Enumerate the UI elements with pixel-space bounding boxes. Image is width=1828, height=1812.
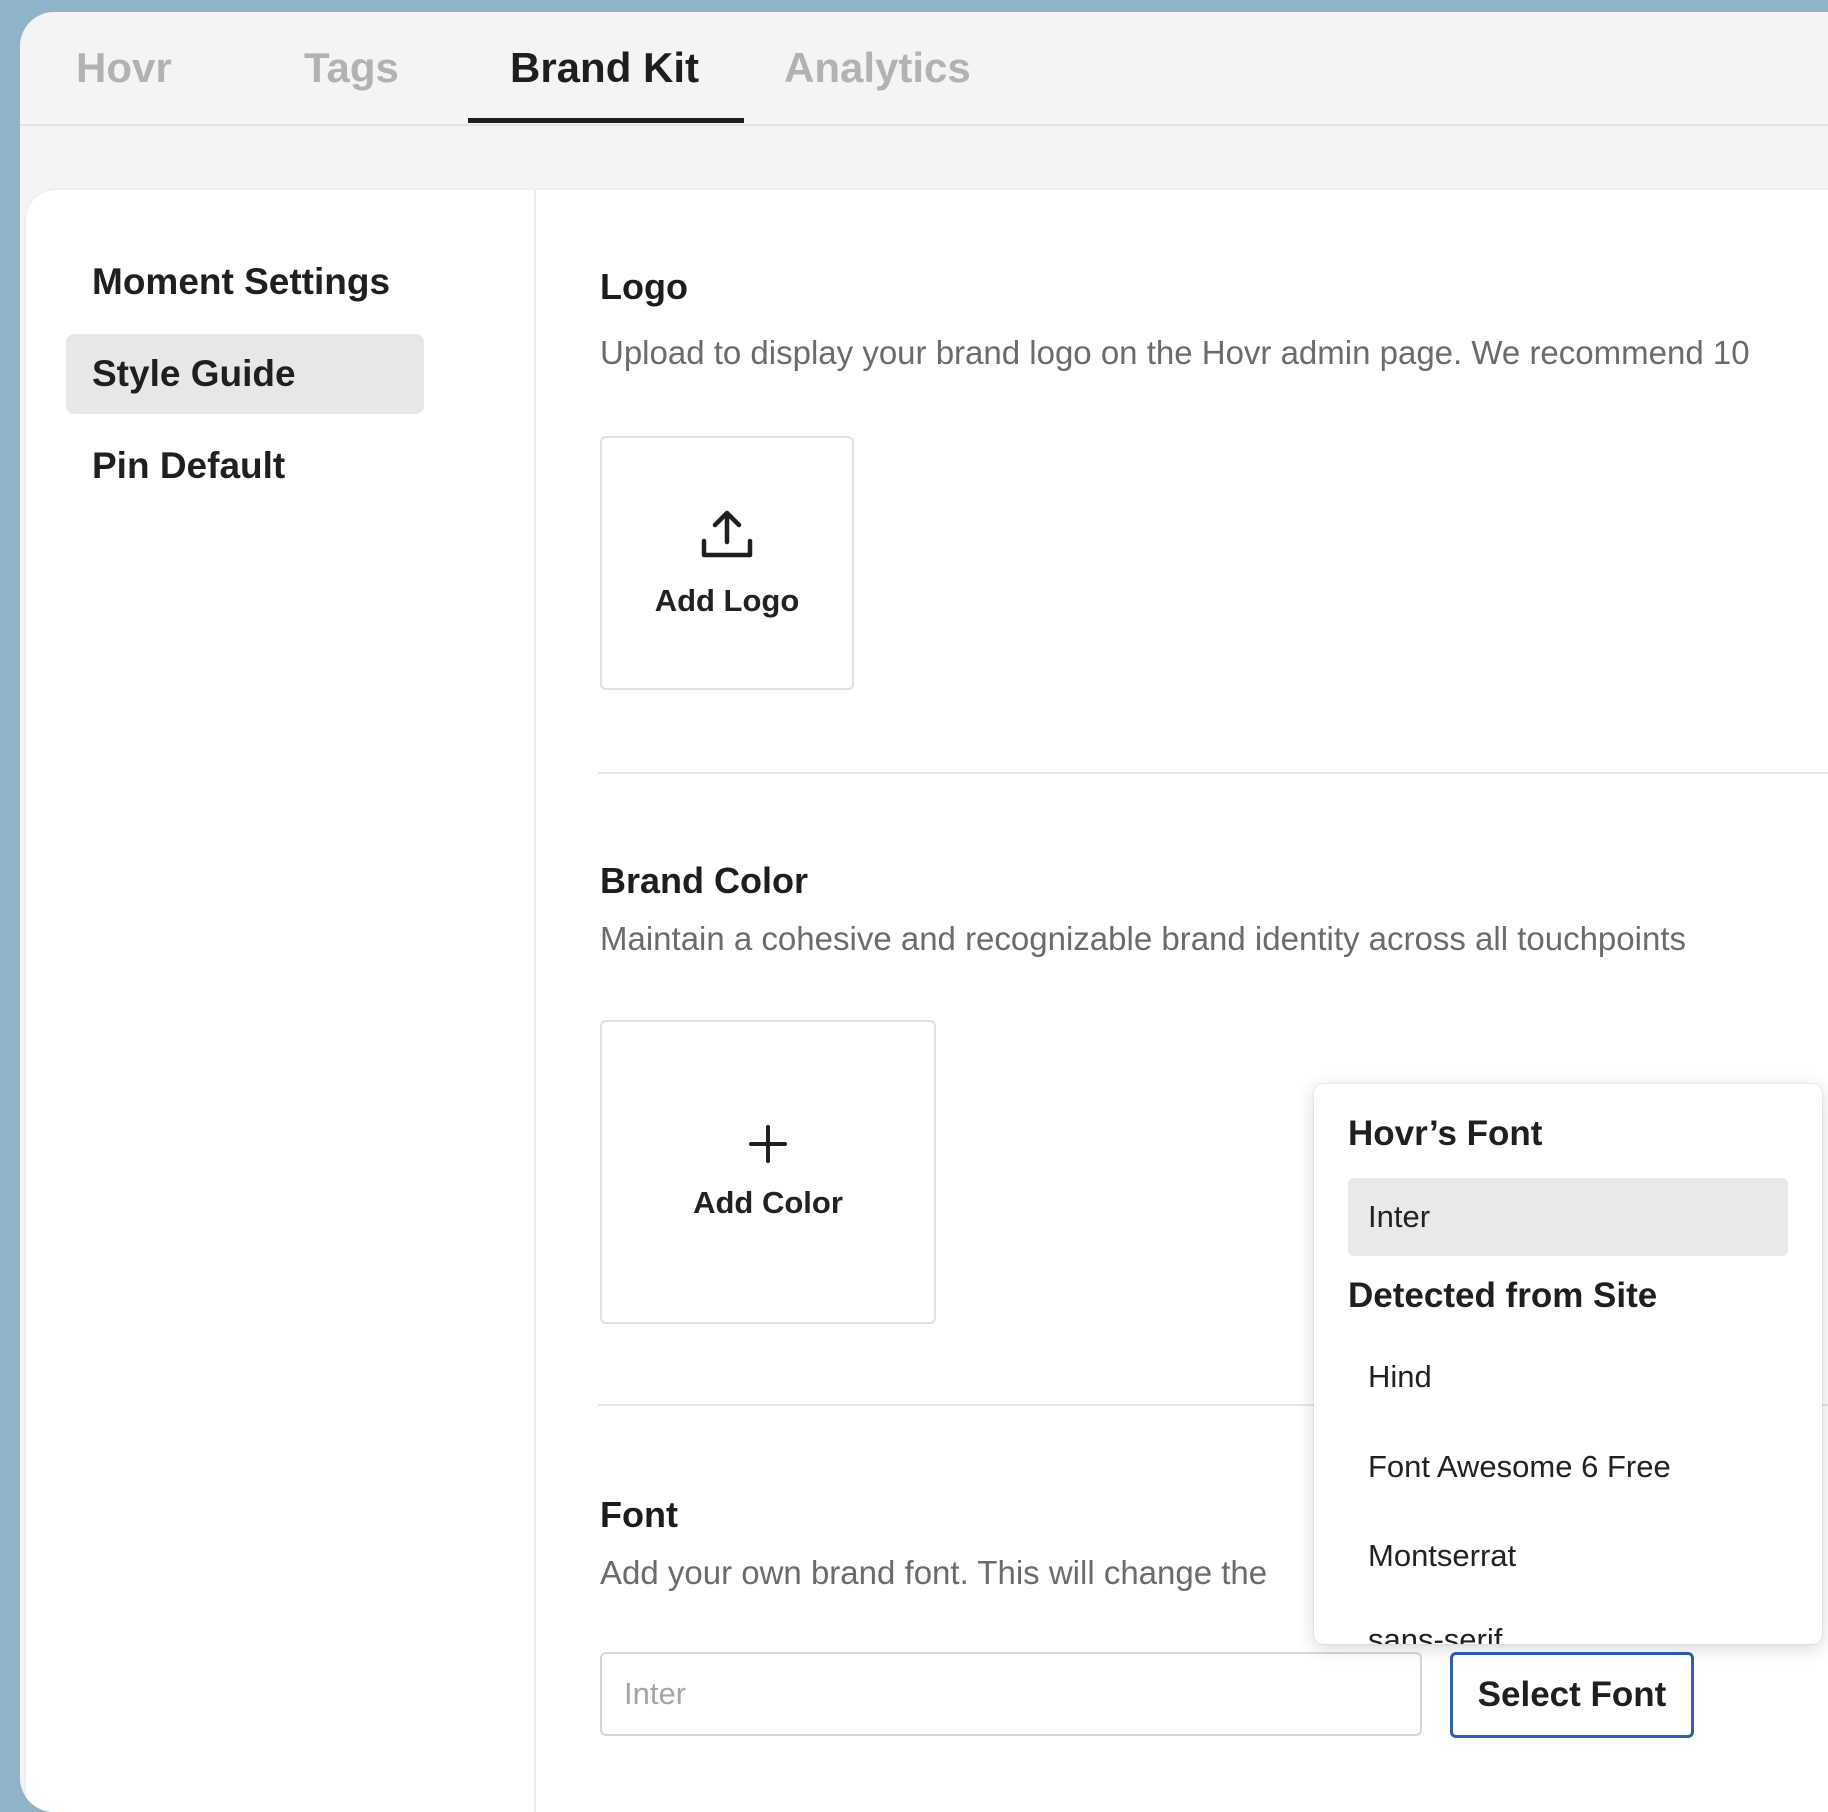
logo-section-description: Upload to display your brand logo on the… (600, 334, 1750, 371)
tab-analytics[interactable]: Analytics (784, 44, 971, 94)
tab-tags[interactable]: Tags (304, 44, 399, 94)
font-option-sans-serif[interactable]: sans-serif (1348, 1601, 1788, 1644)
sidebar-item-pin-default[interactable]: Pin Default (66, 426, 424, 506)
font-option-inter[interactable]: Inter (1348, 1178, 1788, 1256)
sidebar: Moment Settings Style Guide Pin Default (26, 190, 536, 1812)
tab-brand-kit[interactable]: Brand Kit (510, 44, 699, 94)
section-divider (598, 772, 1828, 774)
font-dropdown-menu: Hovr’s Font Inter Detected from Site Hin… (1314, 1084, 1822, 1644)
font-option-font-awesome-6-free[interactable]: Font Awesome 6 Free (1348, 1428, 1788, 1506)
dropdown-group-detected-from-site: Detected from Site (1348, 1276, 1658, 1315)
brand-color-section-title: Brand Color (600, 860, 809, 901)
logo-section-title: Logo (600, 266, 688, 307)
add-color-label: Add Color (693, 1184, 843, 1220)
add-logo-button[interactable]: Add Logo (600, 436, 854, 690)
select-font-button[interactable]: Select Font (1450, 1652, 1694, 1738)
font-input[interactable] (600, 1652, 1422, 1736)
font-option-hind[interactable]: Hind (1348, 1338, 1788, 1416)
plus-icon (748, 1124, 788, 1169)
sidebar-item-style-guide[interactable]: Style Guide (66, 334, 424, 414)
font-section-title: Font (600, 1494, 678, 1535)
font-option-montserrat[interactable]: Montserrat (1348, 1517, 1788, 1595)
active-tab-indicator (468, 118, 744, 123)
tab-hovr[interactable]: Hovr (76, 44, 172, 94)
brand-color-section-description: Maintain a cohesive and recognizable bra… (600, 920, 1686, 957)
sidebar-item-moment-settings[interactable]: Moment Settings (66, 242, 424, 322)
dropdown-group-hovrs-font: Hovr’s Font (1348, 1114, 1543, 1153)
add-color-button[interactable]: Add Color (600, 1020, 936, 1324)
add-logo-label: Add Logo (654, 582, 800, 618)
upload-icon (699, 508, 755, 567)
top-tab-bar: Hovr Tags Brand Kit Analytics (20, 12, 1828, 126)
font-section-description: Add your own brand font. This will chang… (600, 1554, 1268, 1591)
